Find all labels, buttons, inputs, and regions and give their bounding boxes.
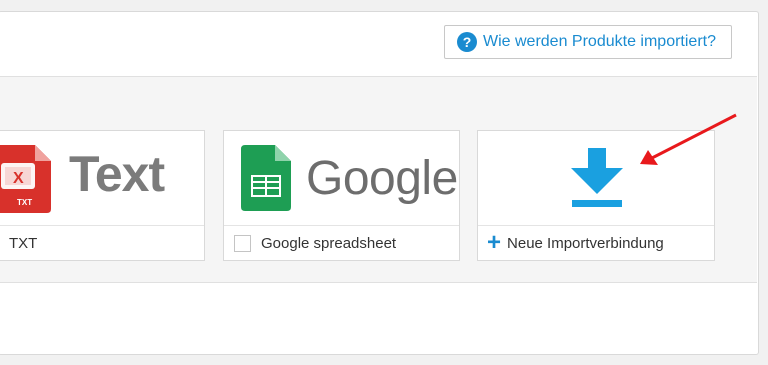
- card-footer: TXT: [0, 225, 204, 260]
- txt-file-icon: X TXT: [0, 145, 51, 213]
- txt-logo: X TXT Text: [0, 131, 204, 224]
- google-sheets-icon: [241, 145, 291, 211]
- import-option-google-spreadsheet[interactable]: Google Google spreadsheet: [223, 130, 460, 261]
- plus-icon: +: [487, 229, 502, 256]
- svg-text:X: X: [13, 170, 24, 187]
- card-label-txt: TXT: [9, 234, 38, 252]
- google-logo-text: Google: [306, 152, 458, 205]
- google-spreadsheet-checkbox[interactable]: [234, 234, 251, 252]
- new-import-connection-card[interactable]: + Neue Importverbindung: [477, 130, 715, 261]
- help-button[interactable]: ? Wie werden Produkte importiert?: [444, 25, 732, 59]
- txt-logo-text: Text: [69, 146, 165, 202]
- help-button-label: Wie werden Produkte importiert?: [483, 33, 716, 50]
- download-icon: [571, 148, 623, 207]
- download-logo: [478, 131, 714, 224]
- question-circle-icon: ?: [457, 32, 477, 52]
- card-footer: Google spreadsheet: [224, 225, 459, 260]
- import-option-txt[interactable]: X TXT Text TXT: [0, 130, 205, 261]
- google-logo: Google: [224, 131, 459, 224]
- card-label-new-import: Neue Importverbindung: [507, 234, 664, 252]
- card-label-google-spreadsheet: Google spreadsheet: [261, 234, 397, 252]
- card-footer: + Neue Importverbindung: [478, 225, 714, 260]
- txt-file-icon-label: TXT: [17, 198, 32, 207]
